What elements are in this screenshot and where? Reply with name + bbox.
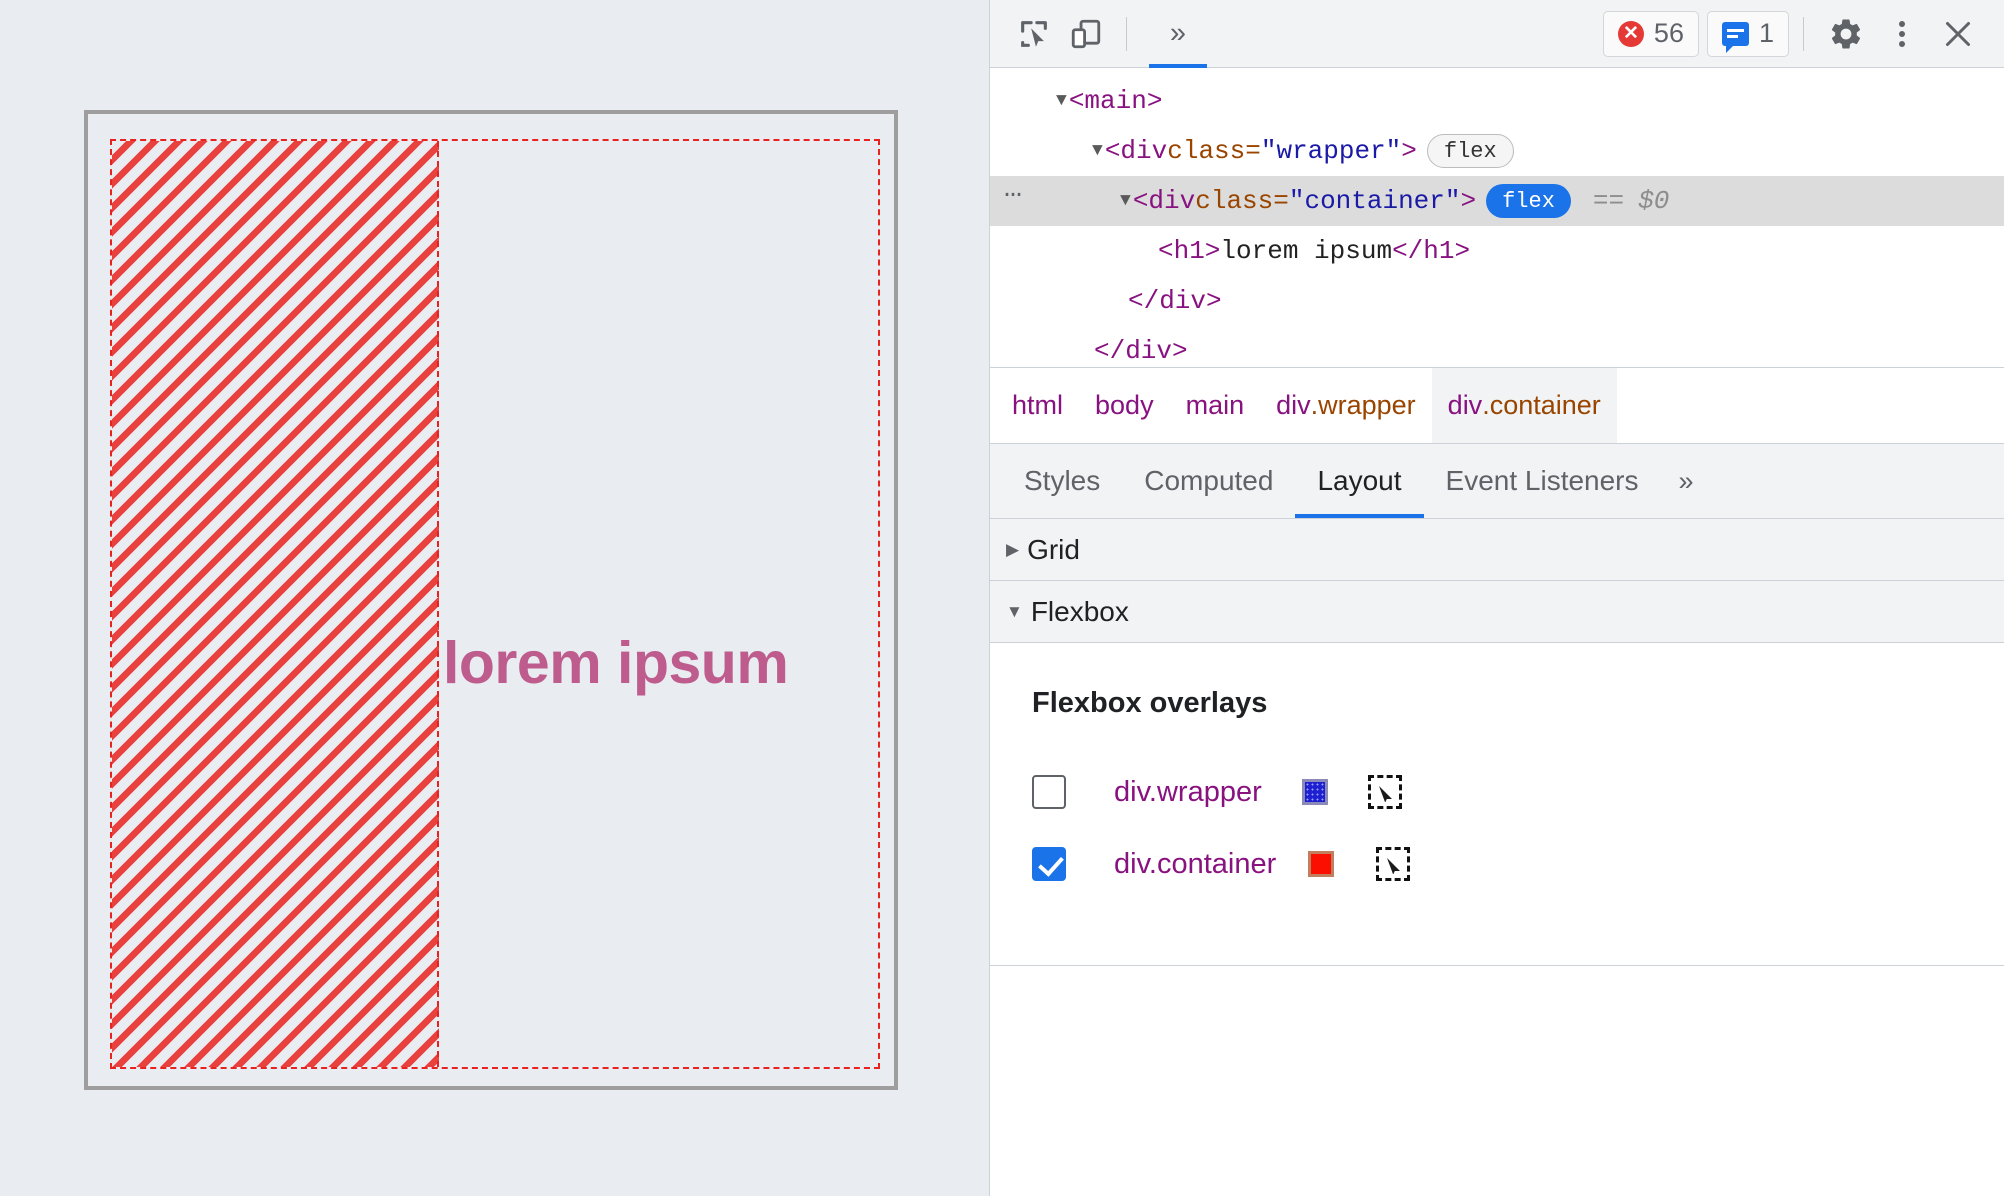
breadcrumb-item-container[interactable]: div .container [1431, 368, 1617, 443]
toolbar-divider-1 [1126, 16, 1127, 51]
chevron-down-icon: ▼ [1006, 601, 1023, 621]
message-count-label: 1 [1758, 18, 1774, 48]
message-icon [1721, 21, 1749, 53]
tag-container-close: > [1460, 186, 1477, 216]
tab-event-listeners[interactable]: Event Listeners [1424, 444, 1661, 518]
device-toolbar-icon[interactable] [1060, 10, 1112, 58]
twisty-wrapper[interactable]: ▼ [1092, 141, 1103, 161]
select-element-icon-container[interactable] [1376, 847, 1411, 881]
section-header-flexbox[interactable]: ▼ Flexbox [990, 581, 2004, 643]
dom-row-container[interactable]: … ▼ <div class= "container" > flex == $0 [990, 174, 2004, 226]
breadcrumb-label-container: div [1447, 390, 1483, 420]
error-count-badge[interactable]: ✕ 56 [1602, 10, 1699, 57]
twisty-main[interactable]: ▼ [1056, 91, 1067, 111]
error-count-label: 56 [1653, 18, 1684, 48]
attr-name-container: class= [1195, 186, 1289, 216]
tag-container-open: <div [1132, 186, 1196, 216]
attr-value-wrapper: "wrapper" [1260, 136, 1402, 166]
message-count-badge[interactable]: 1 [1706, 10, 1789, 57]
breadcrumb-label-body: body [1095, 390, 1154, 420]
chevron-right-icon: ▶ [1006, 539, 1020, 559]
flex-badge-wrapper[interactable]: flex [1426, 134, 1514, 168]
tab-styles-label: Styles [1024, 465, 1101, 496]
overlay-row-container: div.container [1032, 828, 2004, 900]
overlay-label-container[interactable]: div.container [1114, 848, 1276, 881]
overlay-checkbox-container[interactable] [1032, 847, 1066, 881]
tag-container-closing: </div> [1128, 286, 1222, 316]
overlay-checkbox-wrapper[interactable] [1032, 775, 1066, 809]
toolbar-divider-2 [1803, 16, 1804, 51]
breadcrumb-class-wrapper: .wrapper [1310, 390, 1416, 420]
overlay-row-wrapper: div.wrapper [1032, 756, 2004, 828]
breadcrumb-class-container: .container [1482, 390, 1601, 420]
breadcrumb-item-body[interactable]: body [1079, 368, 1170, 443]
breadcrumb-label-wrapper: div [1276, 390, 1311, 420]
section-header-grid[interactable]: ▶ Grid [990, 519, 2004, 581]
devtools-tabstrip[interactable]: Styles Computed Layout Event Listeners » [990, 444, 2004, 519]
dom-row-close-container[interactable]: </div> [990, 276, 2004, 326]
dom-tree[interactable]: ▼ <main> ▼ <div class= "wrapper" > flex … ▼ <di… [990, 68, 2004, 368]
dom-row-menu-icon[interactable]: … [1004, 174, 1024, 204]
dom-row-wrapper[interactable]: ▼ <div class= "wrapper" > flex [990, 126, 2004, 176]
flexbox-overlay-container [110, 139, 880, 1069]
page-viewport: lorem ipsum [0, 0, 989, 1196]
flexbox-overlays-panel: Flexbox overlays div.wrapper div.contain… [990, 643, 2004, 966]
dom-row-main[interactable]: ▼ <main> [990, 76, 2004, 126]
breadcrumb-item-wrapper[interactable]: div .wrapper [1260, 368, 1432, 443]
attr-name-wrapper: class= [1167, 136, 1261, 166]
gear-icon[interactable] [1818, 6, 1874, 62]
tab-event-listeners-label: Event Listeners [1445, 465, 1639, 496]
tab-layout-label: Layout [1317, 465, 1402, 496]
overlay-color-swatch-wrapper[interactable] [1301, 779, 1328, 805]
equals-sign: == [1592, 186, 1625, 216]
page-heading: lorem ipsum [443, 630, 789, 696]
page-frame: lorem ipsum [84, 110, 898, 1090]
breadcrumb-label-html: html [1012, 390, 1064, 420]
tag-main: <main> [1068, 86, 1163, 116]
dom-row-close-wrapper[interactable]: </div> [990, 326, 2004, 367]
select-element-icon-wrapper[interactable] [1367, 775, 1402, 809]
kebab-menu-icon[interactable] [1874, 6, 1930, 62]
tag-h1-open: <h1> [1158, 236, 1221, 266]
breadcrumb-label-main: main [1185, 390, 1245, 420]
flex-badge-container[interactable]: flex [1486, 184, 1571, 218]
overlay-label-wrapper[interactable]: div.wrapper [1114, 776, 1262, 809]
devtools-window: lorem ipsum » ✕ 56 1 ▼ <main> ▼ <div cla… [0, 0, 2004, 1196]
more-panels-icon[interactable]: » [1141, 0, 1215, 68]
error-icon: ✕ [1617, 20, 1644, 47]
overlay-color-swatch-container[interactable] [1308, 851, 1335, 877]
breadcrumb[interactable]: html body main div .wrapper div .container [990, 368, 2004, 444]
attr-value-container: "container" [1288, 186, 1461, 216]
breadcrumb-item-html[interactable]: html [996, 368, 1079, 443]
flexbox-overlay-hatch-area [112, 141, 439, 1067]
tab-styles[interactable]: Styles [1002, 444, 1122, 518]
dom-row-h1[interactable]: <h1> lorem ipsum </h1> [990, 226, 2004, 276]
h1-text-node: lorem ipsum [1220, 236, 1393, 266]
devtools-toolbar: » ✕ 56 1 [990, 0, 2004, 68]
tag-wrapper-open: <div [1104, 136, 1168, 166]
tag-h1-close: </h1> [1392, 236, 1471, 266]
tabstrip-more-icon[interactable]: » [1661, 444, 1712, 518]
breadcrumb-item-main[interactable]: main [1170, 368, 1261, 443]
flexbox-overlays-title: Flexbox overlays [1032, 687, 1268, 719]
tab-layout[interactable]: Layout [1295, 444, 1424, 518]
devtools-panel: » ✕ 56 1 ▼ <main> ▼ <div class= "wrapper… [989, 0, 2004, 1196]
panel-empty-area [990, 966, 2004, 1196]
close-icon[interactable] [1930, 6, 1986, 62]
tab-computed-label: Computed [1144, 465, 1274, 496]
inspect-element-icon[interactable] [1008, 10, 1060, 58]
section-label-flexbox: Flexbox [1030, 595, 1129, 627]
tag-wrapper-closing: </div> [1094, 336, 1188, 366]
tag-wrapper-close: > [1401, 136, 1417, 166]
section-label-grid: Grid [1027, 533, 1080, 565]
tab-computed[interactable]: Computed [1122, 444, 1295, 518]
twisty-container[interactable]: ▼ [1120, 191, 1131, 211]
dollar-zero-ref: $0 [1638, 186, 1670, 216]
